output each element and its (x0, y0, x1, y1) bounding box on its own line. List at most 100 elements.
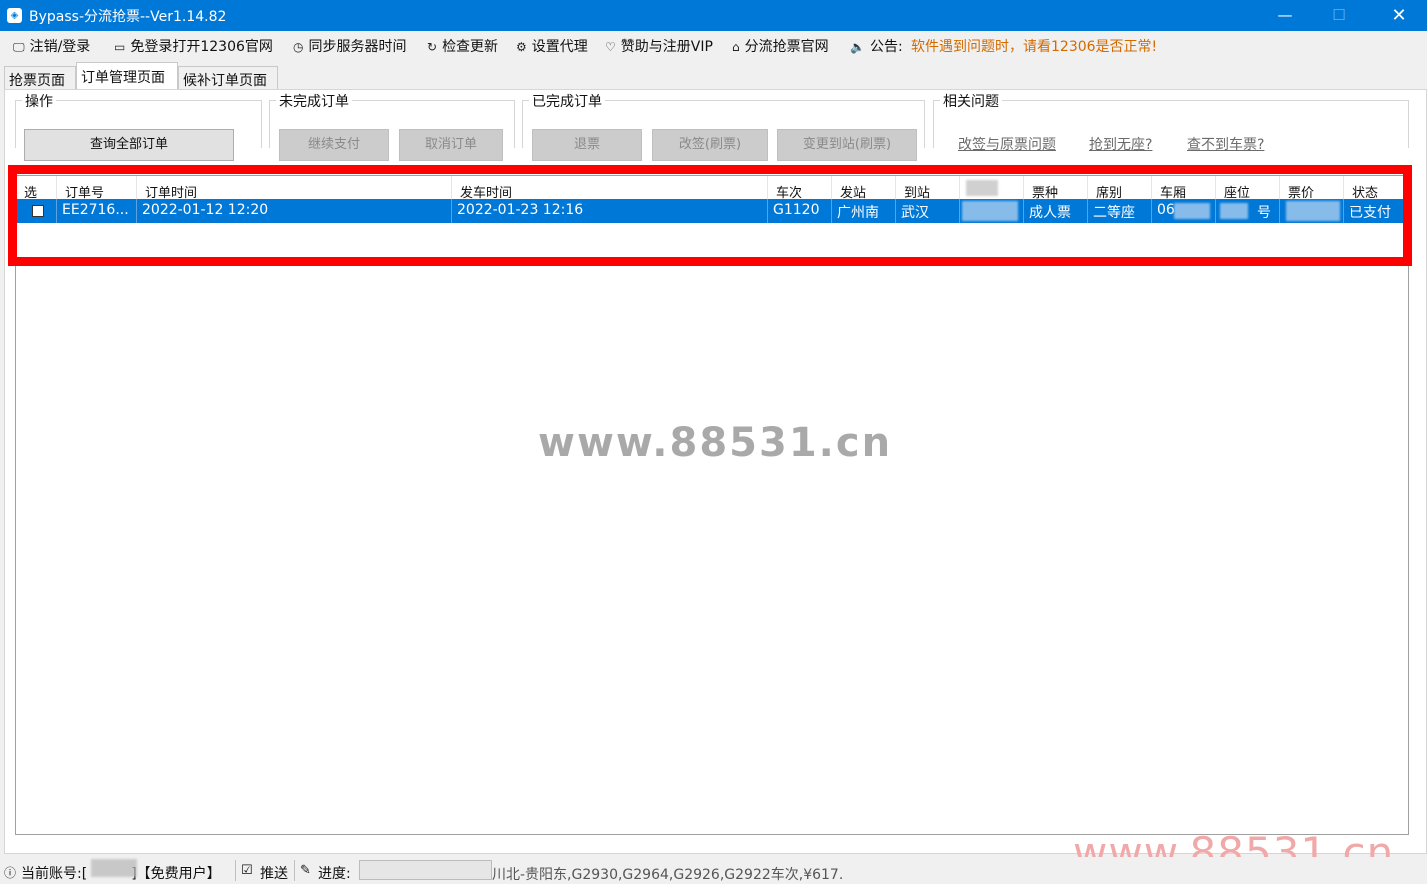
group-completed-orders: 已完成订单 退票 改签(刷票) 变更到站(刷票) (522, 91, 925, 161)
redacted-car (1174, 203, 1210, 219)
table-row[interactable]: EE2716... 2022-01-12 12:20 2022-01-23 12… (16, 199, 1408, 223)
checkbox-icon[interactable]: ☑ (241, 863, 253, 878)
menu-sync-time[interactable]: ◷ 同步服务器时间 (293, 36, 406, 56)
window-icon: ▭ (114, 40, 126, 54)
menu-label: 赞助与注册VIP (620, 39, 713, 55)
title-bar: ◈ Bypass-分流抢票--Ver1.14.82 — ☐ ✕ (0, 0, 1427, 31)
group-related-questions: 相关问题 改签与原票问题 抢到无座? 查不到车票? (933, 91, 1409, 153)
col-seat-class[interactable]: 席别 (1088, 176, 1152, 199)
monitor-icon: 🖵 (13, 40, 25, 54)
menu-check-update[interactable]: ↻ 检查更新 (427, 36, 498, 56)
menu-label: 免登录打开12306官网 (130, 39, 273, 55)
col-from-station[interactable]: 发站 (832, 176, 896, 199)
cell-depart-time: 2022-01-23 12:16 (452, 199, 768, 223)
group-legend: 已完成订单 (529, 91, 605, 111)
redacted-cell (962, 201, 1018, 221)
change-destination-button[interactable]: 变更到站(刷票) (777, 129, 917, 161)
redacted-seat (1220, 203, 1248, 219)
home-icon: ⌂ (732, 40, 740, 54)
orders-table: 选 订单号 订单时间 发车时间 车次 发站 到站 票种 席别 车厢 座位 票价 … (15, 175, 1409, 835)
gear-icon: ⚙ (516, 40, 527, 54)
group-incomplete-orders: 未完成订单 继续支付 取消订单 (269, 91, 515, 161)
menu-notice[interactable]: 🔈 公告: (850, 36, 903, 56)
watermark-center: www.88531.cn (538, 420, 893, 466)
link-no-seat-question[interactable]: 抢到无座? (1089, 134, 1152, 154)
continue-pay-button[interactable]: 继续支付 (279, 129, 389, 161)
minimize-button[interactable]: — (1262, 0, 1308, 31)
account-prefix: 当前账号:[ (21, 866, 88, 882)
info-circle-icon: ⓘ (4, 866, 17, 880)
group-legend: 相关问题 (940, 91, 1002, 111)
menu-logout-login[interactable]: 🖵 注销/登录 (13, 36, 90, 56)
menu-set-proxy[interactable]: ⚙ 设置代理 (516, 36, 588, 56)
cell-ticket-type: 成人票 (1024, 199, 1088, 223)
progress-label: 进度: (318, 866, 351, 882)
col-order-no[interactable]: 订单号 (57, 176, 137, 199)
separator (235, 860, 236, 881)
progress-bar (359, 860, 492, 880)
col-order-time[interactable]: 订单时间 (137, 176, 452, 199)
clock-icon: ◷ (293, 40, 304, 54)
cell-status: 已支付 (1344, 199, 1408, 223)
notice-text: 软件遇到问题时，请看12306是否正常! (911, 39, 1158, 55)
col-train[interactable]: 车次 (768, 176, 832, 199)
col-depart-time[interactable]: 发车时间 (452, 176, 768, 199)
col-price[interactable]: 票价 (1280, 176, 1344, 199)
menu-label: 注销/登录 (29, 39, 91, 55)
heart-icon: ♡ (605, 40, 616, 54)
group-legend: 操作 (22, 91, 56, 111)
col-seat[interactable]: 座位 (1216, 176, 1280, 199)
speaker-icon: 🔈 (850, 40, 865, 54)
group-legend: 未完成订单 (276, 91, 352, 111)
query-all-orders-button[interactable]: 查询全部订单 (24, 129, 234, 161)
menu-label: 分流抢票官网 (744, 39, 829, 55)
menu-label: 公告: (869, 39, 903, 55)
col-select[interactable]: 选 (16, 176, 57, 199)
col-ticket-type[interactable]: 票种 (1024, 176, 1088, 199)
tab-strip: 抢票页面 订单管理页面 候补订单页面 (0, 62, 1427, 90)
pencil-icon: ✎ (300, 863, 311, 878)
refresh-icon: ↻ (427, 40, 438, 54)
close-button[interactable]: ✕ (1376, 0, 1422, 31)
reschedule-button[interactable]: 改签(刷票) (652, 129, 768, 161)
redacted-header (966, 180, 998, 196)
account-suffix: ]【免费用户】 (131, 866, 221, 882)
menu-label: 同步服务器时间 (308, 39, 407, 55)
window-title: Bypass-分流抢票--Ver1.14.82 (29, 9, 227, 25)
route-info: 川北-贵阳东,G2930,G2964,G2926,G2922车次,¥617. (492, 867, 844, 883)
tab-grab-tickets[interactable]: 抢票页面 (4, 66, 76, 90)
app-icon: ◈ (7, 8, 22, 23)
row-checkbox[interactable] (32, 205, 44, 217)
tab-order-management[interactable]: 订单管理页面 (76, 62, 178, 90)
menu-label: 设置代理 (531, 39, 588, 55)
cell-order-time: 2022-01-12 12:20 (137, 199, 452, 223)
menu-open-12306[interactable]: ▭ 免登录打开12306官网 (114, 36, 273, 56)
col-to-station[interactable]: 到站 (896, 176, 960, 199)
cell-select (16, 199, 57, 223)
order-management-panel: 操作 查询全部订单 未完成订单 继续支付 取消订单 已完成订单 退票 改签(刷票… (4, 89, 1427, 854)
cancel-order-button[interactable]: 取消订单 (399, 129, 503, 161)
push-label[interactable]: 推送 (260, 863, 288, 883)
cell-order-no: EE2716... (57, 199, 137, 223)
link-no-ticket-question[interactable]: 查不到车票? (1187, 134, 1264, 154)
cell-to-station: 武汉 (896, 199, 960, 223)
menu-official-site[interactable]: ⌂ 分流抢票官网 (732, 36, 829, 56)
cell-seat-class: 二等座 (1088, 199, 1152, 223)
tab-waitlist-orders[interactable]: 候补订单页面 (178, 66, 278, 90)
group-operation: 操作 查询全部订单 (15, 91, 262, 161)
status-bar: ⓘ 当前账号:[ ]【免费用户】 ☑ 推送 ✎ 进度: 川北-贵阳东,G2930,… (0, 857, 1427, 884)
refund-button[interactable]: 退票 (532, 129, 642, 161)
menu-label: 检查更新 (442, 39, 499, 55)
col-car[interactable]: 车厢 (1152, 176, 1216, 199)
menu-bar: 🖵 注销/登录 ▭ 免登录打开12306官网 ◷ 同步服务器时间 ↻ 检查更新 ⚙ 设置代… (0, 31, 1427, 58)
link-reschedule-question[interactable]: 改签与原票问题 (958, 134, 1056, 154)
separator (294, 860, 295, 881)
cell-from-station: 广州南 (832, 199, 896, 223)
menu-sponsor-vip[interactable]: ♡ 赞助与注册VIP (605, 36, 713, 56)
table-header: 选 订单号 订单时间 发车时间 车次 发站 到站 票种 席别 车厢 座位 票价 … (16, 176, 1408, 199)
col-status[interactable]: 状态 (1344, 176, 1408, 199)
maximize-button[interactable]: ☐ (1316, 0, 1362, 31)
redacted-price (1286, 201, 1340, 221)
cell-train: G1120 (768, 199, 832, 223)
redacted-account (91, 859, 137, 877)
